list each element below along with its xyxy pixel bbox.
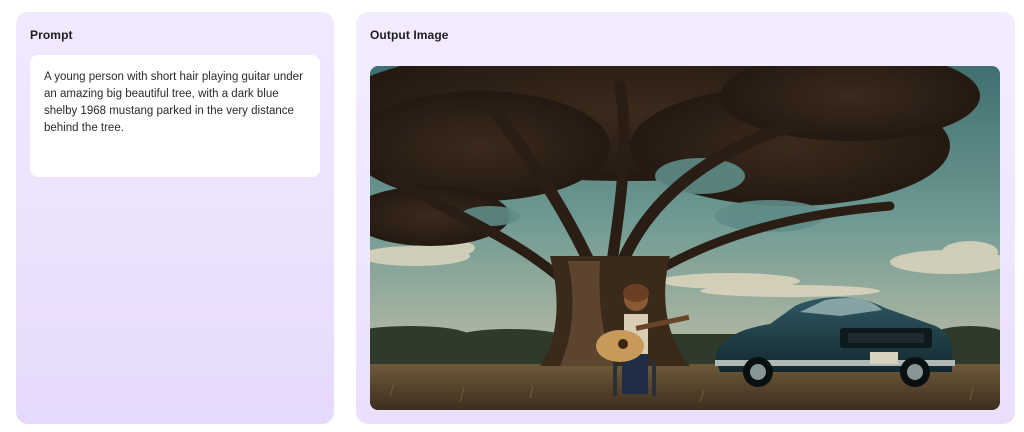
- prompt-panel-title: Prompt: [30, 28, 73, 42]
- prompt-text-box[interactable]: A young person with short hair playing g…: [30, 55, 320, 177]
- prompt-text: A young person with short hair playing g…: [44, 71, 303, 134]
- output-panel-title: Output Image: [370, 28, 449, 42]
- generated-image-illustration: [370, 66, 1000, 410]
- app-canvas: Prompt A young person with short hair pl…: [0, 0, 1024, 432]
- output-panel: Output Image: [356, 12, 1015, 424]
- prompt-panel: Prompt A young person with short hair pl…: [16, 12, 334, 424]
- output-image[interactable]: [370, 66, 1000, 410]
